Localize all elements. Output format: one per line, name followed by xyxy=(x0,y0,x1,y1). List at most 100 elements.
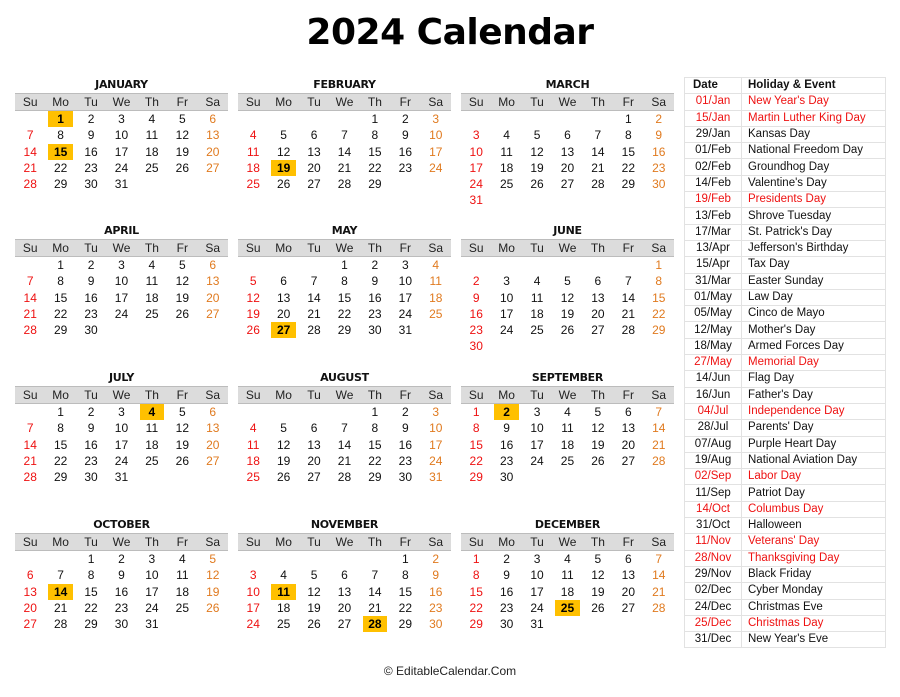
day-cell: 30 xyxy=(84,177,98,192)
day-cell: 1 xyxy=(371,405,379,419)
week-row: 8 9 10 11 12 13 14 xyxy=(461,420,674,436)
weekday-label: Sa xyxy=(651,241,667,255)
holiday-row: 25/Dec Christmas Day xyxy=(684,614,886,633)
day-cell: 14 xyxy=(337,437,352,452)
day-cell: 26 xyxy=(175,453,189,468)
empty-day-cell xyxy=(170,176,194,192)
week-row: 30 xyxy=(461,338,674,354)
copyright-footer: © EditableCalendar.Com xyxy=(383,664,517,678)
empty-day-cell xyxy=(586,338,610,354)
day-cell: 1 xyxy=(87,552,95,566)
weekday-label: Th xyxy=(144,535,159,549)
day-cell: 9 xyxy=(432,568,440,583)
day-cell: 30 xyxy=(114,617,129,632)
day-cell: 2 xyxy=(87,405,95,419)
week-row: 27 28 29 30 31 xyxy=(15,616,228,632)
holiday-name: Flag Day xyxy=(741,370,886,388)
day-cell: 2 xyxy=(118,552,125,566)
weekday-label: Mo xyxy=(52,241,69,255)
day-cell: 10 xyxy=(145,568,159,583)
day-cell: 25 xyxy=(145,306,159,321)
week-row: 26 27 28 29 30 31 xyxy=(238,322,451,339)
day-cell: 20 xyxy=(206,437,220,452)
day-cell: 14 xyxy=(368,584,382,599)
holiday-date: 02/Sep xyxy=(684,468,742,486)
day-cell: 29 xyxy=(398,617,412,632)
day-cell: 26 xyxy=(246,323,260,338)
holiday-name: Columbus Day xyxy=(741,500,886,519)
day-cell: 12 xyxy=(206,568,220,583)
holiday-row: 01/May Law Day xyxy=(684,288,886,307)
day-cell: 30 xyxy=(499,617,514,632)
holiday-date: 02/Dec xyxy=(684,582,742,600)
day-cell: 9 xyxy=(401,128,409,143)
day-cell: 23 xyxy=(368,306,382,321)
day-cell: 22 xyxy=(84,600,98,615)
day-cell: 31 xyxy=(469,193,483,208)
holiday-date: 31/Oct xyxy=(684,517,742,535)
day-cell: 7 xyxy=(655,552,663,566)
week-row: 25 26 27 28 29 xyxy=(238,176,451,192)
day-cell: 12 xyxy=(175,128,189,143)
day-cell: 6 xyxy=(594,274,602,289)
day-cell: 8 xyxy=(401,568,409,583)
holiday-row: 18/May Armed Forces Day xyxy=(684,337,886,356)
day-cell: 17 xyxy=(114,144,129,159)
holiday-name: Groundhog Day xyxy=(741,158,886,176)
week-row: 18 19 20 21 22 23 24 xyxy=(238,159,451,177)
day-cell: 4 xyxy=(564,405,571,419)
day-cell: 26 xyxy=(175,160,189,175)
week-row: 22 23 24 25 26 27 28 xyxy=(461,453,674,469)
weekday-label: Sa xyxy=(428,95,444,109)
day-cell: 27 xyxy=(206,160,220,175)
day-cell: 17 xyxy=(429,437,443,452)
empty-day-cell xyxy=(525,257,549,273)
day-cell: 1 xyxy=(371,112,379,126)
holiday-row: 04/Jul Independence Day xyxy=(684,402,886,421)
week-row: 10 11 12 13 14 15 16 xyxy=(461,144,674,160)
week-row: 9 10 11 12 13 14 15 xyxy=(461,290,674,306)
day-cell: 31 xyxy=(114,470,129,485)
day-cell: 16 xyxy=(398,437,412,452)
weekday-label: Su xyxy=(245,241,261,255)
day-cell: 5 xyxy=(564,274,571,289)
day-cell: 18 xyxy=(246,160,260,175)
holiday-row: 11/Nov Veterans' Day xyxy=(684,533,886,551)
weekday-label: We xyxy=(112,388,131,402)
holiday-date: 24/Dec xyxy=(684,598,742,616)
day-cell: 22 xyxy=(469,453,483,468)
holiday-date: 18/May xyxy=(684,337,742,356)
holiday-date: 27/May xyxy=(684,354,742,372)
holiday-row: 14/Jun Flag Day xyxy=(684,370,886,388)
holiday-row: 13/Apr Jefferson's Birthday xyxy=(684,239,886,258)
day-cell: 22 xyxy=(53,306,68,321)
holiday-name: St. Patrick's Day xyxy=(741,223,886,241)
day-cell: 27 xyxy=(560,177,575,192)
holiday-name: New Year's Eve xyxy=(741,631,886,649)
weekday-label: Fr xyxy=(622,388,634,402)
day-cell: 1 xyxy=(472,405,480,419)
month-name: NOVEMBER xyxy=(310,518,379,531)
holiday-name: Halloween xyxy=(741,517,886,535)
day-cell: 21 xyxy=(23,306,37,321)
month-february: FEBRUARY Su Mo Tu We Th Fr Sa 1 2 3 4 5 6 7 8 9 10 11 12 13 1… xyxy=(238,77,451,192)
day-cell: 12 xyxy=(276,144,291,159)
empty-day-cell xyxy=(494,192,518,208)
page-title: 2024 Calendar xyxy=(306,12,594,53)
day-cell: 19 xyxy=(591,437,605,452)
day-cell: 29 xyxy=(469,617,483,632)
day-cell: 16 xyxy=(398,144,412,159)
holiday-name: Cinco de Mayo xyxy=(741,305,886,323)
empty-day-cell xyxy=(464,257,488,273)
week-row: 25 26 27 28 29 30 31 xyxy=(238,469,451,485)
empty-day-cell xyxy=(48,551,72,567)
holiday-row: 01/Jan New Year's Day xyxy=(684,93,886,111)
holiday-row: 27/May Memorial Day xyxy=(684,354,886,372)
week-row: 1 2 3 4 5 xyxy=(15,551,228,567)
empty-day-cell xyxy=(332,111,356,127)
holiday-date: 29/Nov xyxy=(684,565,742,584)
month-name: OCTOBER xyxy=(93,518,150,531)
week-row: 23 24 25 26 27 28 29 xyxy=(461,322,674,338)
weekday-label: Tu xyxy=(307,535,321,549)
weekday-label: Sa xyxy=(205,535,221,549)
